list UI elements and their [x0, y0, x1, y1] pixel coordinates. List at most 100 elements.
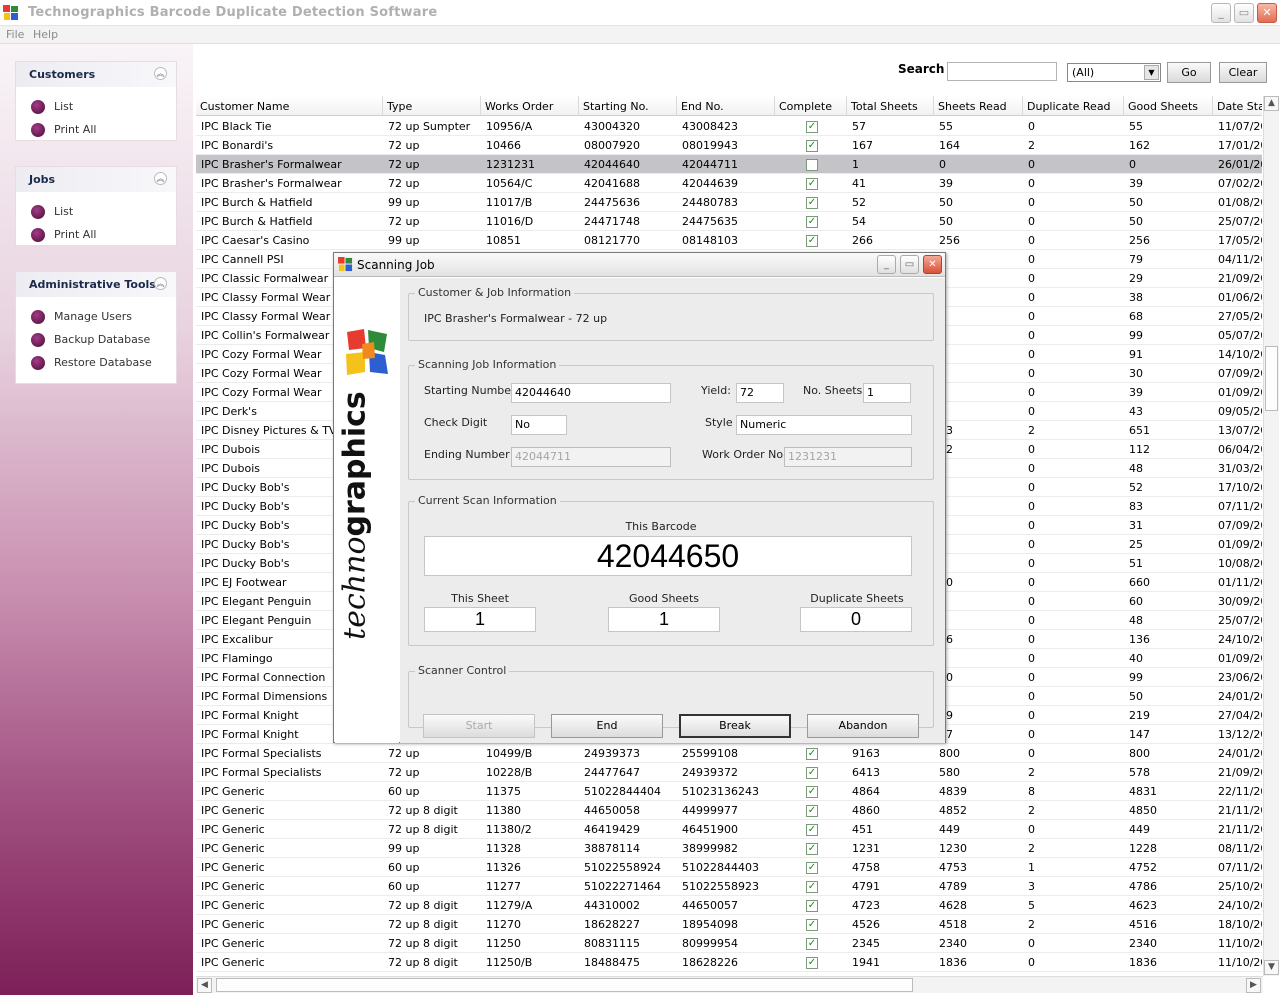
customers-panel-header[interactable]: Customers ︽ [16, 62, 176, 87]
collapse-icon[interactable]: ︽ [154, 67, 167, 80]
dialog-minimize-button[interactable]: _ [877, 255, 896, 274]
checkbox-checked-icon[interactable]: ✓ [806, 881, 818, 893]
table-cell: IPC Generic [201, 956, 265, 969]
checkbox-checked-icon[interactable]: ✓ [806, 938, 818, 950]
table-row[interactable]: IPC Black Tie 72 up Sumpter 10956/A 4300432… [196, 117, 1262, 136]
checkbox-unchecked-icon[interactable] [806, 159, 818, 171]
checkbox-checked-icon[interactable]: ✓ [806, 862, 818, 874]
table-row[interactable]: IPC Generic 72 up 8 digit 11380/2 46419429 4… [196, 820, 1262, 839]
close-button[interactable]: ✕ [1257, 3, 1277, 23]
start-button[interactable]: Start [423, 714, 535, 738]
table-row[interactable]: IPC Generic 60 up 11375 51022844404 51023136… [196, 782, 1262, 801]
table-row[interactable]: IPC Formal Specialists 72 up 10499/B 249393… [196, 744, 1262, 763]
style-field[interactable]: Numeric [736, 415, 912, 435]
column-header[interactable]: Customer Name [196, 96, 383, 116]
table-row[interactable]: IPC Generic 60 up 11326 51022558924 51022844… [196, 858, 1262, 877]
table-cell: 25/07/20 [1218, 215, 1262, 228]
minimize-button[interactable]: _ [1211, 3, 1231, 23]
jobs-panel: Jobs ︽ List Print All [15, 166, 177, 246]
checkbox-checked-icon[interactable]: ✓ [806, 824, 818, 836]
table-cell: 18628227 [584, 918, 640, 931]
checkbox-checked-icon[interactable]: ✓ [806, 843, 818, 855]
vertical-scroll-thumb[interactable] [1265, 346, 1278, 411]
table-cell: 1836 [1129, 956, 1157, 969]
table-row[interactable]: IPC Formal Specialists 72 up 10228/B 244776… [196, 763, 1262, 782]
no-sheets-label: No. Sheets [803, 384, 863, 397]
table-cell: 2 [1028, 804, 1035, 817]
checkbox-checked-icon[interactable]: ✓ [806, 748, 818, 760]
column-header[interactable]: End No. [677, 96, 775, 116]
horizontal-scroll-thumb[interactable] [216, 978, 913, 992]
table-cell: 256 [939, 234, 960, 247]
table-row[interactable]: IPC Brasher's Formalwear 72 up 1231231 4204… [196, 155, 1262, 174]
checkbox-checked-icon[interactable]: ✓ [806, 919, 818, 931]
checkbox-checked-icon[interactable]: ✓ [806, 957, 818, 969]
end-button[interactable]: End [551, 714, 663, 738]
table-row[interactable]: IPC Burch & Hatfield 72 up 11016/D 24471748… [196, 212, 1262, 231]
column-header[interactable]: Date Sta [1213, 96, 1262, 116]
checkbox-checked-icon[interactable]: ✓ [806, 805, 818, 817]
bullet-icon [31, 310, 45, 324]
table-row[interactable]: IPC Generic 72 up 8 digit 11250 80831115 809… [196, 934, 1262, 953]
checkbox-checked-icon[interactable]: ✓ [806, 235, 818, 247]
no-sheets-field[interactable]: 1 [863, 383, 911, 403]
break-button[interactable]: Break [679, 714, 791, 738]
dialog-close-button[interactable]: ✕ [923, 255, 942, 274]
checkbox-checked-icon[interactable]: ✓ [806, 216, 818, 228]
column-header[interactable]: Total Sheets [847, 96, 934, 116]
filter-select[interactable]: (All) ▼ [1067, 63, 1161, 82]
abandon-button[interactable]: Abandon [807, 714, 919, 738]
clear-button[interactable]: Clear [1219, 62, 1267, 83]
checkbox-checked-icon[interactable]: ✓ [806, 767, 818, 779]
checkbox-checked-icon[interactable]: ✓ [806, 197, 818, 209]
table-row[interactable]: IPC Bonardi's 72 up 10466 08007920 08019943 ✓… [196, 136, 1262, 155]
vertical-scrollbar[interactable]: ▲ ▼ [1263, 96, 1279, 976]
checkbox-checked-icon[interactable]: ✓ [806, 178, 818, 190]
scroll-up-icon[interactable]: ▲ [1264, 96, 1279, 111]
dropdown-arrow-icon[interactable]: ▼ [1144, 65, 1159, 80]
column-header[interactable]: Starting No. [579, 96, 677, 116]
table-row[interactable]: IPC Generic 72 up 8 digit 11250/B 18488475 1… [196, 953, 1262, 972]
checkbox-checked-icon[interactable]: ✓ [806, 900, 818, 912]
dialog-title-bar[interactable]: Scanning Job _ ▭ ✕ [334, 253, 945, 277]
column-header[interactable]: Type [383, 96, 481, 116]
scroll-right-icon[interactable]: ▶ [1246, 978, 1261, 993]
menu-help[interactable]: Help [33, 28, 58, 41]
table-row[interactable]: IPC Brasher's Formalwear 72 up 10564/C 4204… [196, 174, 1262, 193]
table-cell [934, 516, 1023, 535]
check-digit-field[interactable]: No [511, 415, 567, 435]
column-header[interactable]: Good Sheets [1124, 96, 1213, 116]
table-row[interactable]: IPC Generic 60 up 11277 51022271464 51022558… [196, 877, 1262, 896]
table-cell: 27/04/20 [1218, 709, 1262, 722]
column-header[interactable]: Duplicate Read [1023, 96, 1124, 116]
go-button[interactable]: Go [1167, 62, 1211, 83]
table-row[interactable]: IPC Generic 72 up 8 digit 11279/A 44310002 4… [196, 896, 1262, 915]
checkbox-checked-icon[interactable]: ✓ [806, 786, 818, 798]
table-row[interactable]: IPC Generic 99 up 11328 38878114 38999982 ✓ 12… [196, 839, 1262, 858]
maximize-button[interactable]: ▭ [1234, 3, 1254, 23]
column-header[interactable]: Works Order [481, 96, 579, 116]
dialog-maximize-button[interactable]: ▭ [900, 255, 919, 274]
yield-field[interactable]: 72 [736, 383, 784, 403]
checkbox-checked-icon[interactable]: ✓ [806, 121, 818, 133]
table-row[interactable]: IPC Caesar's Casino 99 up 10851 08121770 081… [196, 231, 1262, 250]
bullet-icon [31, 228, 45, 242]
table-cell: 0 [1028, 405, 1035, 418]
table-row[interactable]: IPC Burch & Hatfield 99 up 11017/B 24475636… [196, 193, 1262, 212]
column-header[interactable]: Complete [775, 96, 847, 116]
scroll-down-icon[interactable]: ▼ [1264, 960, 1279, 975]
jobs-panel-header[interactable]: Jobs ︽ [16, 167, 176, 192]
starting-number-field[interactable]: 42044640 [511, 383, 671, 403]
table-cell: 0 [1028, 386, 1035, 399]
table-row[interactable]: IPC Generic 72 up 8 digit 11380 44650058 449… [196, 801, 1262, 820]
collapse-icon[interactable]: ︽ [154, 277, 167, 290]
menu-file[interactable]: File [6, 28, 24, 41]
collapse-icon[interactable]: ︽ [154, 172, 167, 185]
table-row[interactable]: IPC Generic 72 up 8 digit 11270 18628227 189… [196, 915, 1262, 934]
search-input[interactable] [947, 62, 1057, 81]
admin-tools-panel-header[interactable]: Administrative Tools ︽ [16, 272, 176, 297]
scroll-left-icon[interactable]: ◀ [197, 978, 212, 993]
horizontal-scrollbar[interactable]: ◀ ▶ [196, 976, 1263, 993]
checkbox-checked-icon[interactable]: ✓ [806, 140, 818, 152]
column-header[interactable]: Sheets Read [934, 96, 1023, 116]
